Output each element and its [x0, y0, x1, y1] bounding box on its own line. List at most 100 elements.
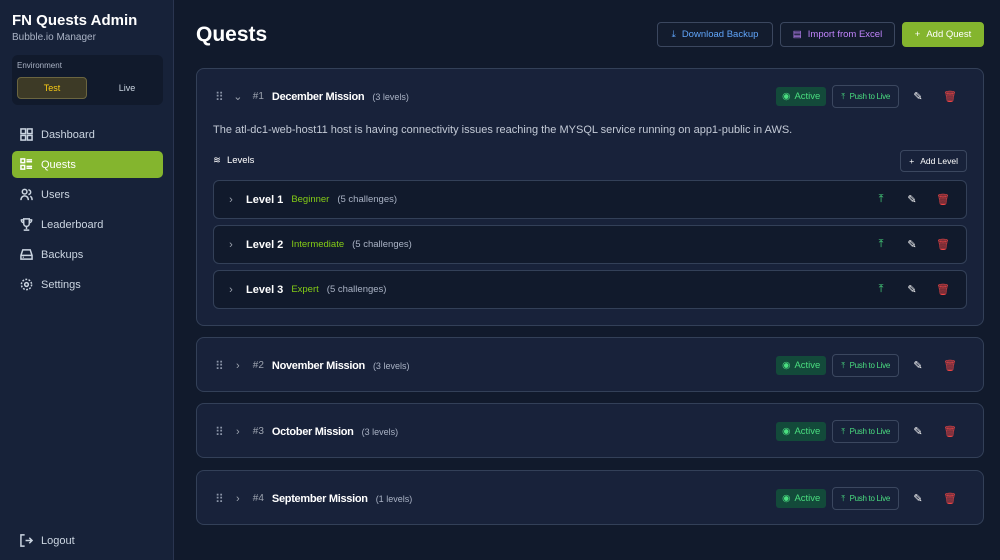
- edit-icon[interactable]: ✎: [905, 425, 931, 438]
- trash-icon[interactable]: 🗑: [937, 90, 963, 103]
- hard-drive-icon: [20, 249, 33, 260]
- toggle-icon: ◉: [782, 91, 791, 102]
- push-to-live-button[interactable]: ⤒ Push to Live: [832, 487, 899, 510]
- chevron-right-icon[interactable]: ›: [231, 426, 245, 438]
- sidebar-item-settings[interactable]: Settings: [12, 271, 163, 298]
- quest-number: #4: [252, 493, 264, 504]
- download-icon: ⤓: [671, 29, 676, 40]
- drag-handle-icon[interactable]: ⠿: [215, 90, 224, 104]
- upload-icon: ⤒: [841, 360, 845, 370]
- trash-icon[interactable]: 🗑: [930, 193, 956, 206]
- import-excel-button[interactable]: ▤ Import from Excel: [780, 22, 895, 47]
- level-difficulty: Beginner: [291, 194, 330, 205]
- chevron-right-icon[interactable]: ›: [231, 493, 245, 505]
- users-icon: [20, 188, 33, 201]
- layers-icon: ≋: [213, 155, 221, 166]
- sidebar-item-dashboard[interactable]: Dashboard: [12, 121, 163, 148]
- push-label: Push to Live: [849, 361, 891, 370]
- drag-handle-icon[interactable]: ⠿: [215, 492, 224, 506]
- quest-description: The atl-dc1-web-host11 host is having co…: [213, 124, 793, 136]
- trash-icon[interactable]: 🗑: [937, 425, 963, 438]
- edit-icon[interactable]: ✎: [905, 90, 931, 103]
- edit-icon[interactable]: ✎: [899, 238, 925, 251]
- active-toggle[interactable]: ◉ Active: [776, 356, 827, 375]
- trash-icon[interactable]: 🗑: [937, 359, 963, 372]
- sidebar-item-label: Dashboard: [41, 128, 95, 141]
- level-name: Level 3: [246, 283, 284, 296]
- env-live-button[interactable]: Live: [92, 77, 162, 99]
- quest-level-count: (3 levels): [361, 426, 399, 437]
- level-row[interactable]: › Level 1 Beginner (5 challenges) ⤒ ✎ 🗑: [213, 180, 967, 219]
- upload-icon[interactable]: ⤒: [868, 193, 894, 206]
- active-toggle[interactable]: ◉ Active: [776, 489, 827, 508]
- upload-icon[interactable]: ⤒: [868, 238, 894, 251]
- sidebar-item-label: Settings: [41, 278, 81, 291]
- list-icon: [20, 158, 33, 170]
- sidebar-item-backups[interactable]: Backups: [12, 241, 163, 268]
- sidebar-item-users[interactable]: Users: [12, 181, 163, 208]
- toggle-icon: ◉: [782, 493, 791, 504]
- upload-icon[interactable]: ⤒: [868, 283, 894, 296]
- levels-label: Levels: [226, 155, 255, 166]
- level-challenges: (5 challenges): [337, 194, 398, 205]
- add-level-label: Add Level: [920, 156, 958, 166]
- drag-handle-icon[interactable]: ⠿: [215, 425, 224, 439]
- edit-icon[interactable]: ✎: [905, 359, 931, 372]
- download-label: Download Backup: [681, 29, 759, 40]
- chevron-right-icon[interactable]: ›: [224, 239, 238, 251]
- app-subtitle: Bubble.io Manager: [12, 32, 96, 43]
- trash-icon[interactable]: 🗑: [930, 283, 956, 296]
- plus-icon: +: [914, 29, 921, 40]
- trash-icon[interactable]: 🗑: [937, 492, 963, 505]
- file-spreadsheet-icon: ▤: [792, 29, 802, 40]
- sidebar-item-label: Quests: [41, 158, 76, 171]
- status-label: Active: [794, 91, 821, 102]
- env-test-button[interactable]: Test: [17, 77, 87, 99]
- status-label: Active: [794, 493, 821, 504]
- level-challenges: (5 challenges): [352, 239, 412, 250]
- edit-icon[interactable]: ✎: [899, 283, 925, 296]
- levels-heading: ≋ Levels: [213, 155, 254, 166]
- dashboard-icon: [20, 128, 33, 141]
- page-title: Quests: [196, 23, 268, 46]
- logout-button[interactable]: Logout: [12, 527, 163, 554]
- push-to-live-button[interactable]: ⤒ Push to Live: [832, 85, 899, 108]
- plus-icon: +: [909, 156, 915, 166]
- upload-icon: ⤒: [841, 493, 845, 503]
- level-challenges: (5 challenges): [326, 284, 387, 295]
- upload-icon: ⤒: [841, 91, 845, 101]
- chevron-right-icon[interactable]: ›: [224, 284, 238, 296]
- level-name: Level 2: [246, 238, 284, 251]
- level-row[interactable]: › Level 2 Intermediate (5 challenges) ⤒ ✎ 🗑: [213, 225, 967, 264]
- gear-icon: [20, 278, 33, 291]
- sidebar-item-leaderboard[interactable]: Leaderboard: [12, 211, 163, 238]
- push-to-live-button[interactable]: ⤒ Push to Live: [832, 354, 899, 377]
- add-level-button[interactable]: + Add Level: [900, 150, 967, 172]
- edit-icon[interactable]: ✎: [899, 193, 925, 206]
- level-row[interactable]: › Level 3 Expert (5 challenges) ⤒ ✎ 🗑: [213, 270, 967, 309]
- environment-switcher: Environment Test Live: [12, 55, 163, 105]
- trash-icon[interactable]: 🗑: [930, 238, 956, 251]
- chevron-down-icon[interactable]: ⌄: [231, 90, 245, 103]
- drag-handle-icon[interactable]: ⠿: [215, 359, 224, 373]
- status-label: Active: [794, 426, 821, 437]
- active-toggle[interactable]: ◉ Active: [776, 87, 827, 106]
- chevron-right-icon[interactable]: ›: [231, 360, 245, 372]
- chevron-right-icon[interactable]: ›: [224, 194, 238, 206]
- app-title: FN Quests Admin: [12, 12, 138, 29]
- level-difficulty: Expert: [291, 284, 319, 295]
- sidebar-item-label: Backups: [41, 248, 84, 261]
- push-label: Push to Live: [849, 427, 891, 436]
- push-label: Push to Live: [849, 92, 891, 101]
- quest-title: November Mission: [271, 359, 365, 372]
- quest-level-count: (1 levels): [375, 493, 413, 504]
- quest-card: ⠿ ⌄ #1 December Mission (3 levels) ◉ Acti…: [196, 68, 984, 326]
- environment-label: Environment: [17, 61, 62, 70]
- sidebar-item-label: Users: [41, 188, 70, 201]
- active-toggle[interactable]: ◉ Active: [776, 422, 827, 441]
- push-to-live-button[interactable]: ⤒ Push to Live: [832, 420, 899, 443]
- edit-icon[interactable]: ✎: [905, 492, 931, 505]
- download-backup-button[interactable]: ⤓ Download Backup: [657, 22, 773, 47]
- sidebar-item-quests[interactable]: Quests: [12, 151, 163, 178]
- add-quest-button[interactable]: + Add Quest: [902, 22, 984, 47]
